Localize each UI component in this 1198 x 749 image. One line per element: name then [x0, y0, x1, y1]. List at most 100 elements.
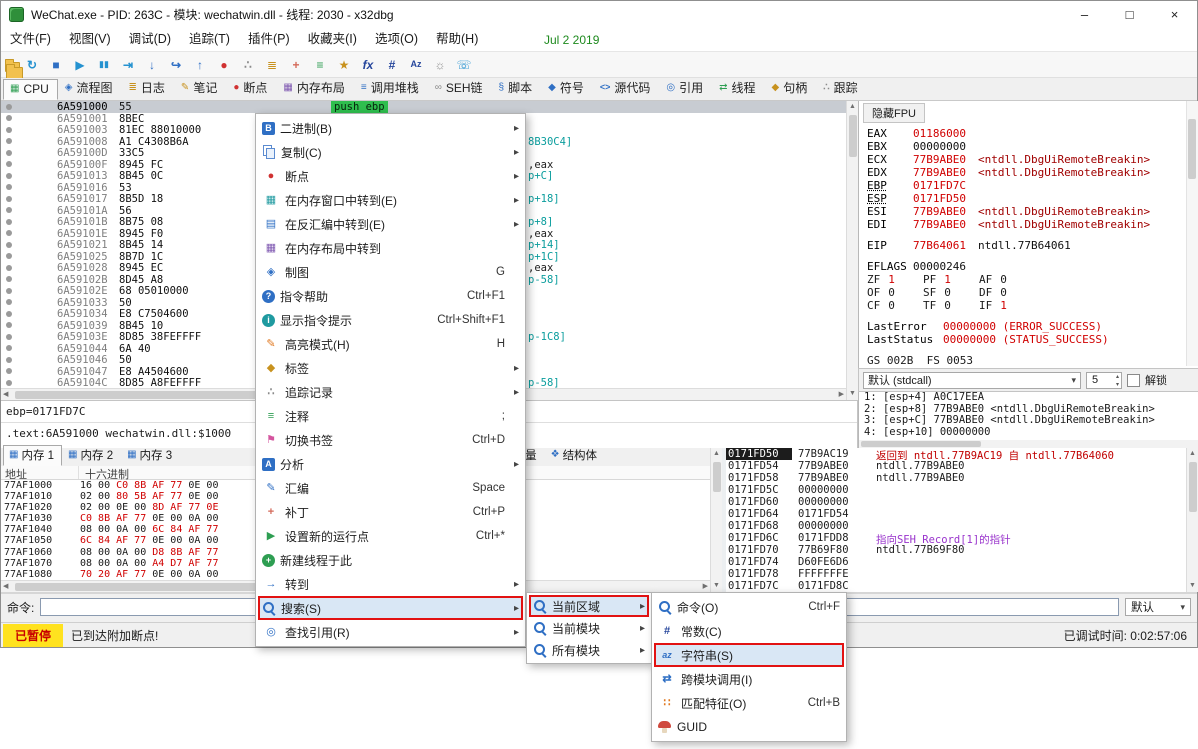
register-row[interactable]: EDI 77B9ABE0 <ntdll.DbgUiRemoteBreakin>: [867, 218, 1198, 231]
breakpoint-dot[interactable]: [6, 207, 12, 213]
view-tab[interactable]: ∞ SEH链: [428, 76, 492, 100]
toolbar-button[interactable]: ∴: [236, 54, 260, 75]
eflags-row[interactable]: EFLAGS 00000246: [867, 260, 1198, 273]
menubar-item[interactable]: 文件(F): [1, 28, 60, 51]
toolbar-button[interactable]: ≣: [260, 54, 284, 75]
stack-row[interactable]: 0171FD64 0171FD54: [726, 508, 1186, 520]
toolbar-button[interactable]: [5, 62, 20, 72]
menubar-item[interactable]: 视图(V): [60, 28, 120, 51]
view-tab[interactable]: ⇄ 线程: [712, 76, 764, 100]
calling-convention-select[interactable]: 默认 (stdcall): [863, 372, 1081, 389]
toolbar-button[interactable]: +: [284, 54, 308, 75]
breakpoint-dot[interactable]: [6, 265, 12, 271]
toolbar-button[interactable]: ↓: [140, 54, 164, 75]
view-tab[interactable]: ◎ 引用: [659, 76, 712, 100]
argument-row[interactable]: 1: [esp+4] A0C17EEA: [859, 392, 1198, 404]
register-row[interactable]: EAX 01186000: [867, 127, 1198, 140]
argument-row[interactable]: 4: [esp+10] 00000000: [859, 427, 1198, 439]
breakpoint-dot[interactable]: [6, 115, 12, 121]
toolbar-button[interactable]: ≡: [308, 54, 332, 75]
view-tab[interactable]: ◆ 句柄: [765, 76, 817, 100]
profile-select[interactable]: 默认: [1125, 598, 1191, 616]
view-tab[interactable]: <> 源代码: [593, 76, 660, 100]
submenu-item[interactable]: 当前模块 ▸: [529, 617, 649, 639]
view-tab[interactable]: § 脚本: [492, 76, 542, 100]
stack-vertical-scrollbar[interactable]: [1186, 448, 1198, 592]
breakpoint-dot[interactable]: [6, 368, 12, 374]
breakpoint-dot[interactable]: [6, 276, 12, 282]
view-tab[interactable]: ∴ 跟踪: [816, 76, 866, 100]
argument-row[interactable]: 3: [esp+C] 77B9ABE0 <ntdll.DbgUiRemoteBr…: [859, 415, 1198, 427]
register-value[interactable]: 00000000: [913, 140, 966, 153]
cpu-flag[interactable]: PF1: [923, 273, 979, 286]
register-value[interactable]: 77B9ABE0: [913, 218, 966, 231]
context-menu-item[interactable]: ▶ 设置新的运行点 Ctrl+*: [258, 524, 523, 548]
submenu-item[interactable]: # 常数(C): [654, 619, 844, 643]
toolbar-button[interactable]: ★: [332, 54, 356, 75]
breakpoint-dot[interactable]: [6, 196, 12, 202]
cpu-flag[interactable]: AF0: [979, 273, 1035, 286]
context-menu-item[interactable]: ● 断点 ▸: [258, 164, 523, 188]
cpu-flag[interactable]: DF0: [979, 286, 1035, 299]
submenu-item[interactable]: 当前区域 ▸: [529, 595, 649, 617]
breakpoint-dot[interactable]: [6, 161, 12, 167]
context-menu-item[interactable]: ≡ 注释 ;: [258, 404, 523, 428]
register-row[interactable]: EIP 77B64061 ntdll.77B64061: [867, 239, 1198, 252]
unlock-checkbox[interactable]: [1127, 374, 1140, 387]
stack-row[interactable]: 0171FD5C 00000000: [726, 484, 1186, 496]
breakpoint-dot[interactable]: [6, 150, 12, 156]
context-menu-item[interactable]: ◈ 制图 G: [258, 260, 523, 284]
context-menu-item[interactable]: ▤ 在反汇编中转到(E) ▸: [258, 212, 523, 236]
register-value[interactable]: 77B9ABE0: [913, 153, 966, 166]
stack-view[interactable]: 0171FD50 77B9AC19 返回到 ntdll.77B9AC19 自 n…: [726, 448, 1186, 592]
view-tab[interactable]: ▦ CPU: [3, 79, 58, 100]
cpu-flag[interactable]: TF0: [923, 299, 979, 312]
toolbar-button[interactable]: ●: [212, 54, 236, 75]
cpu-flag[interactable]: CF0: [867, 299, 923, 312]
breakpoint-dot[interactable]: [6, 322, 12, 328]
cpu-flag[interactable]: OF0: [867, 286, 923, 299]
bottom-tab[interactable]: ▦ 内存 1: [3, 445, 62, 466]
submenu-item[interactable]: 所有模块 ▸: [529, 639, 649, 661]
toolbar-button[interactable]: ☏: [452, 54, 476, 75]
breakpoint-dot[interactable]: [6, 242, 12, 248]
stack-row[interactable]: 0171FD78 FFFFFFFE: [726, 568, 1186, 580]
breakpoint-dot[interactable]: [6, 345, 12, 351]
stack-row[interactable]: 0171FD70 77B69F80 ntdll.77B69F80: [726, 544, 1186, 556]
toolbar-button[interactable]: ▮▮: [92, 54, 116, 75]
register-value[interactable]: 01186000: [913, 127, 966, 140]
registers-pane[interactable]: 隐藏FPU EAX 01186000 EBX 00000000: [858, 101, 1198, 368]
view-tab[interactable]: ≣ 日志: [122, 76, 174, 100]
cpu-flag[interactable]: ZF1: [867, 273, 923, 286]
toolbar-button[interactable]: ↪: [164, 54, 188, 75]
hide-fpu-button[interactable]: 隐藏FPU: [863, 103, 925, 123]
cpu-flag[interactable]: SF0: [923, 286, 979, 299]
register-value[interactable]: 77B9ABE0: [913, 166, 966, 179]
toolbar-button[interactable]: ☼: [428, 54, 452, 75]
view-tab[interactable]: ✎ 笔记: [174, 76, 226, 100]
stack-row[interactable]: 0171FD54 77B9ABE0 ntdll.77B9ABE0: [726, 460, 1186, 472]
breakpoint-dot[interactable]: [6, 357, 12, 363]
disasm-row[interactable]: 6A591000 55 push ebp: [1, 101, 846, 113]
register-row[interactable]: ESP 0171FD50: [867, 192, 1198, 205]
context-menu-item[interactable]: + 新建线程于此: [258, 548, 523, 572]
stack-row[interactable]: 0171FD50 77B9AC19 返回到 ntdll.77B9AC19 自 n…: [726, 448, 1186, 460]
submenu-item[interactable]: 命令(O) Ctrl+F: [654, 595, 844, 619]
breakpoint-dot[interactable]: [6, 104, 12, 110]
stack-row[interactable]: 0171FD74 D60FE6D6: [726, 556, 1186, 568]
cpu-flag[interactable]: IF1: [979, 299, 1035, 312]
context-menu-item[interactable]: A 分析 ▸: [258, 452, 523, 476]
toolbar-button[interactable]: ▶: [68, 54, 92, 75]
context-menu-item[interactable]: B 二进制(B) ▸: [258, 116, 523, 140]
toolbar-button[interactable]: ■: [44, 54, 68, 75]
context-menu-item[interactable]: i 显示指令提示 Ctrl+Shift+F1: [258, 308, 523, 332]
register-row[interactable]: ECX 77B9ABE0 <ntdll.DbgUiRemoteBreakin>: [867, 153, 1198, 166]
context-menu-item[interactable]: 搜索(S) ▸: [258, 596, 523, 620]
bottom-tab[interactable]: ▦ 内存 3: [121, 445, 180, 466]
stack-row[interactable]: 0171FD68 00000000: [726, 520, 1186, 532]
register-value[interactable]: 77B9ABE0: [913, 205, 966, 218]
register-row[interactable]: ESI 77B9ABE0 <ntdll.DbgUiRemoteBreakin>: [867, 205, 1198, 218]
context-menu-item[interactable]: ∴ 追踪记录 ▸: [258, 380, 523, 404]
arguments-scrollbar[interactable]: [859, 440, 1198, 448]
context-menu-item[interactable]: 复制(C) ▸: [258, 140, 523, 164]
